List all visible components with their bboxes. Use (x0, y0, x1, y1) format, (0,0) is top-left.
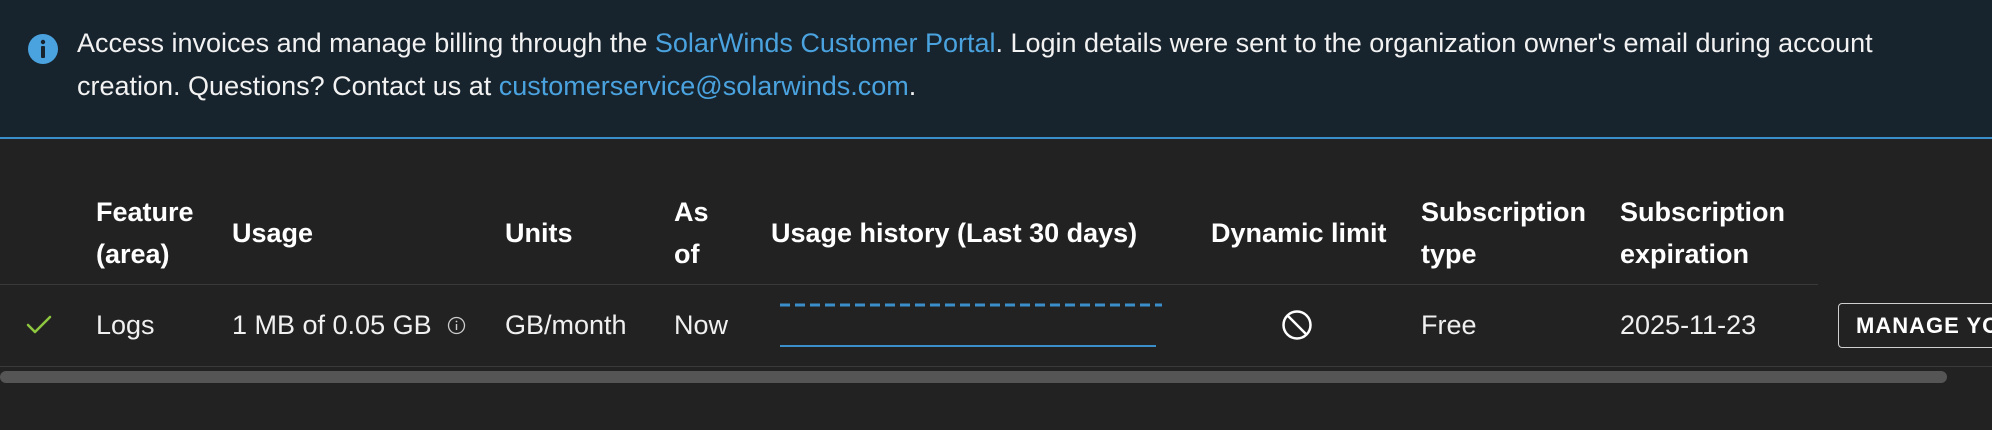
header-feature: Feature (area) (96, 191, 194, 275)
customer-service-email-link[interactable]: customerservice@solarwinds.com (499, 71, 909, 101)
header-feature-line2: (area) (96, 239, 170, 269)
header-dynamic-limit: Dynamic limit (1211, 218, 1387, 248)
manage-subscription-button[interactable]: MANAGE YOUR SUBSCRIPTION (1838, 303, 1992, 348)
subscription-expiration-cell: 2025-11-23 (1620, 310, 1757, 340)
info-banner: Access invoices and manage billing throu… (0, 0, 1992, 139)
check-icon (26, 315, 52, 334)
row-divider (0, 366, 1992, 367)
header-units: Units (505, 218, 573, 248)
units-cell: GB/month (505, 310, 627, 340)
info-icon (28, 34, 58, 64)
usage-table: Feature (area) Usage Units As of Usage h… (0, 139, 1992, 430)
usage-history-sparkline (780, 303, 1162, 347)
header-subscription-type-line1: Subscription (1421, 197, 1587, 227)
banner-message: Access invoices and manage billing throu… (77, 22, 1967, 108)
header-usage-history: Usage history (Last 30 days) (771, 218, 1138, 248)
header-as-of-line2: of (674, 239, 700, 269)
header-as-of: As of (674, 191, 709, 275)
header-usage: Usage (232, 218, 314, 248)
feature-cell: Logs (96, 310, 155, 340)
header-as-of-line1: As (674, 197, 709, 227)
customer-portal-link[interactable]: SolarWinds Customer Portal (655, 28, 996, 58)
header-divider (0, 284, 1818, 285)
info-icon[interactable] (447, 316, 466, 335)
subscription-type-cell: Free (1421, 310, 1477, 340)
prohibited-icon (1282, 310, 1312, 340)
header-subscription-expiration-line2: expiration (1620, 239, 1750, 269)
banner-text-before: Access invoices and manage billing throu… (77, 28, 655, 58)
horizontal-scrollbar[interactable] (0, 371, 1947, 383)
header-subscription-type: Subscription type (1421, 191, 1586, 275)
banner-text-after: . (908, 71, 917, 101)
header-feature-line1: Feature (96, 197, 194, 227)
usage-cell: 1 MB of 0.05 GB (232, 310, 432, 340)
header-subscription-expiration: Subscription expiration (1620, 191, 1785, 275)
header-subscription-type-line2: type (1421, 239, 1477, 269)
header-subscription-expiration-line1: Subscription (1620, 197, 1786, 227)
as-of-cell: Now (674, 310, 729, 340)
